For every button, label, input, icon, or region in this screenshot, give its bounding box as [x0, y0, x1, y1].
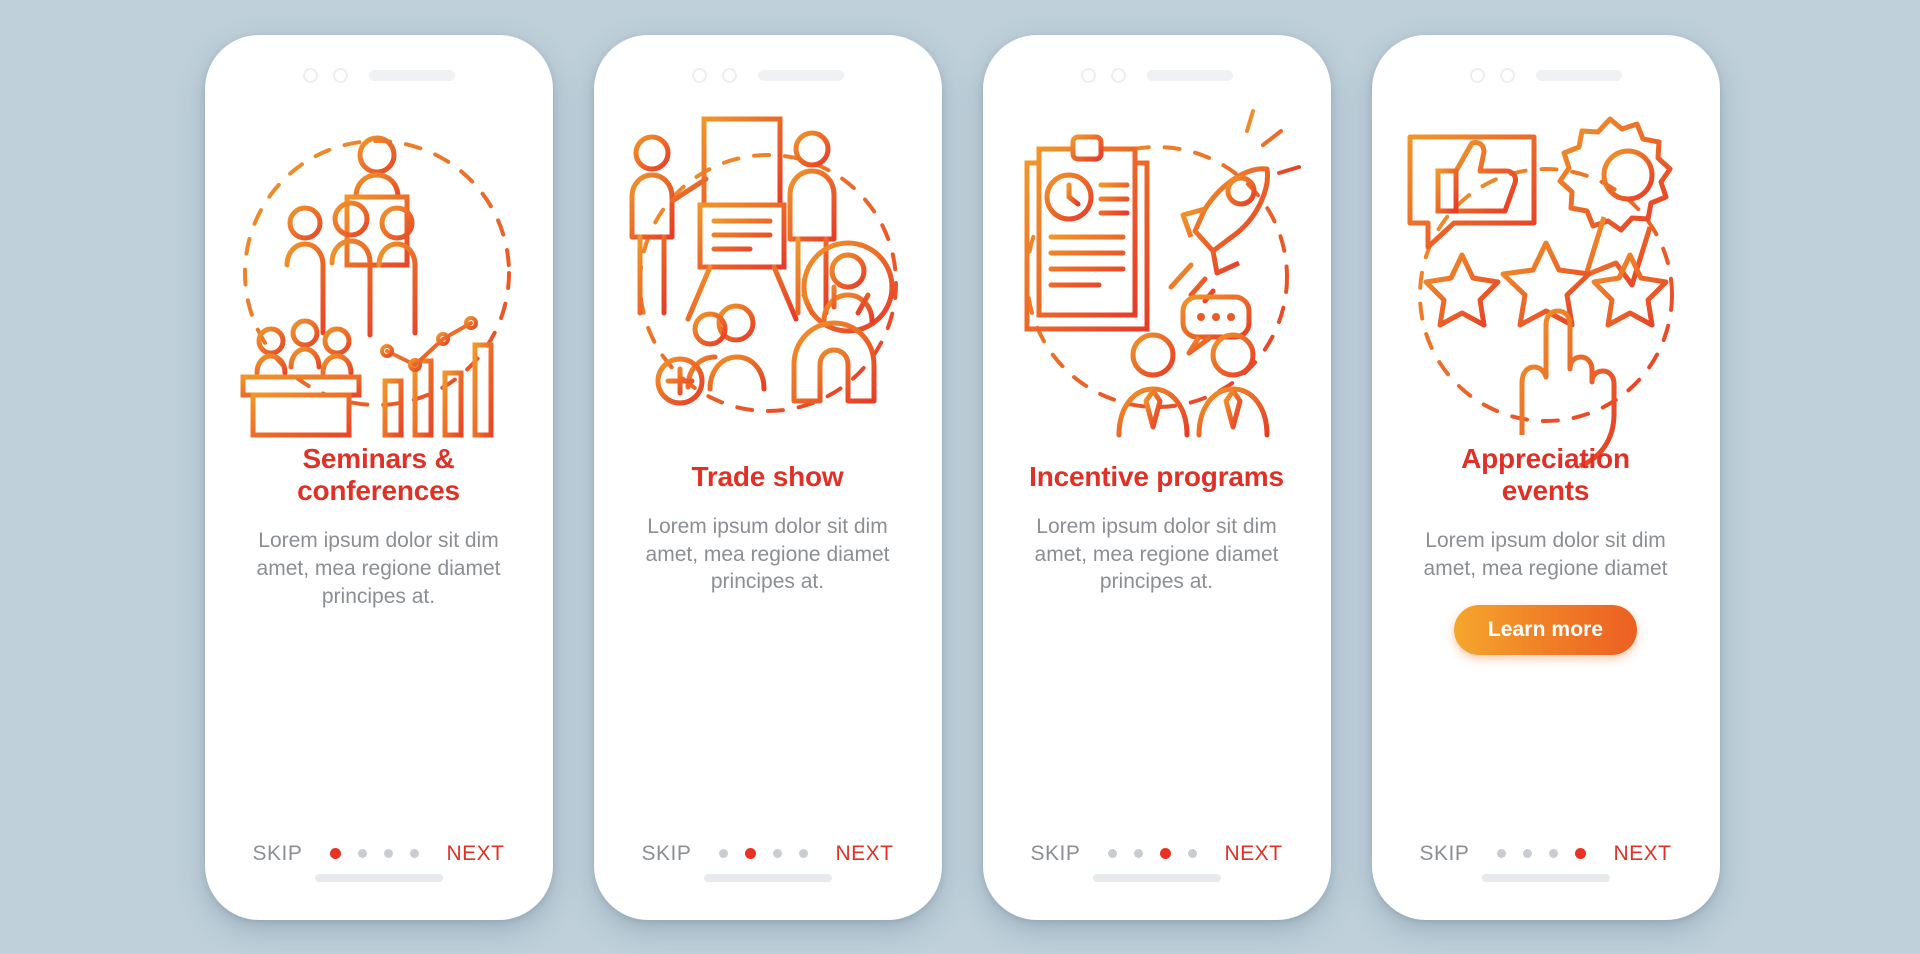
page-title-seminars: Seminars & conferences	[297, 443, 460, 508]
screen-trade-show: Trade show Lorem ipsum dolor sit dim ame…	[607, 48, 928, 906]
pagination-dots	[718, 848, 808, 859]
illustration-clipboard-rocket-team	[1007, 105, 1307, 437]
onboarding-screens-deck: Seminars & conferences Lorem ipsum dolor…	[201, 34, 1720, 920]
phone-mockup-appreciation: Appreciation events Lorem ipsum dolor si…	[1371, 34, 1720, 920]
text-block-incentive: Incentive programs Lorem ipsum dolor sit…	[997, 435, 1317, 842]
pagination-bar-seminars: SKIP NEXT	[219, 842, 539, 866]
screen-incentive-programs: Incentive programs Lorem ipsum dolor sit…	[996, 48, 1317, 906]
home-indicator	[703, 873, 832, 882]
camera-icon	[302, 68, 318, 83]
title-line-1: Trade show	[691, 460, 844, 492]
pagination-dot-1[interactable]	[718, 849, 728, 858]
page-description-trade-show: Lorem ipsum dolor sit dim amet, mea regi…	[645, 514, 890, 594]
phone-status-bar	[997, 49, 1317, 103]
page-title-trade-show: Trade show	[691, 461, 843, 493]
next-button[interactable]: NEXT	[1224, 842, 1282, 866]
pagination-bar-incentive: SKIP NEXT	[997, 842, 1317, 866]
pagination-dot-2[interactable]	[1522, 849, 1532, 858]
phone-mockup-trade-show: Trade show Lorem ipsum dolor sit dim ame…	[593, 34, 942, 920]
phone-status-bar	[219, 49, 539, 103]
next-button[interactable]: NEXT	[1613, 842, 1671, 866]
phone-mockup-incentive: Incentive programs Lorem ipsum dolor sit…	[982, 34, 1331, 920]
camera-icon	[1469, 68, 1485, 83]
pagination-dot-2[interactable]	[1133, 849, 1143, 858]
skip-button[interactable]: SKIP	[1420, 842, 1470, 866]
pagination-dot-4[interactable]	[1574, 848, 1586, 859]
speaker-grill-icon	[757, 70, 844, 81]
pagination-dot-2[interactable]	[744, 848, 756, 859]
pagination-dot-1[interactable]	[329, 848, 341, 859]
text-block-trade-show: Trade show Lorem ipsum dolor sit dim ame…	[608, 435, 928, 842]
pagination-dot-4[interactable]	[1187, 849, 1197, 858]
pagination-bar-appreciation: SKIP NEXT	[1386, 842, 1706, 866]
pagination-dots	[1496, 848, 1586, 859]
sensor-icon	[721, 68, 737, 83]
home-indicator	[314, 873, 443, 882]
home-indicator	[1092, 873, 1221, 882]
page-title-incentive: Incentive programs	[1029, 461, 1284, 493]
text-block-appreciation: Appreciation events Lorem ipsum dolor si…	[1386, 435, 1706, 842]
pagination-bar-trade-show: SKIP NEXT	[608, 842, 928, 866]
camera-icon	[691, 68, 707, 83]
phone-status-bar	[1386, 49, 1706, 103]
pagination-dots	[329, 848, 419, 859]
page-description-seminars: Lorem ipsum dolor sit dim amet, mea regi…	[256, 529, 501, 608]
sensor-icon	[332, 68, 348, 83]
text-block-seminars: Seminars & conferences Lorem ipsum dolor…	[219, 435, 539, 842]
pagination-dot-1[interactable]	[1107, 849, 1117, 858]
skip-button[interactable]: SKIP	[253, 842, 303, 866]
illustration-audience-presentation-chart	[229, 105, 529, 437]
pagination-dot-2[interactable]	[357, 849, 367, 858]
screen-appreciation-events: Appreciation events Lorem ipsum dolor si…	[1385, 48, 1706, 906]
pagination-dot-3[interactable]	[1548, 849, 1558, 858]
title-line-2: conferences	[297, 474, 460, 506]
pagination-dot-3[interactable]	[383, 849, 393, 858]
pagination-dots	[1107, 848, 1197, 859]
sensor-icon	[1499, 68, 1515, 83]
speaker-grill-icon	[1535, 70, 1622, 81]
phone-status-bar	[608, 49, 928, 103]
pagination-dot-3[interactable]	[772, 849, 782, 858]
title-line-1: Incentive programs	[1029, 460, 1284, 492]
skip-button[interactable]: SKIP	[1031, 842, 1081, 866]
illustration-thumbsup-award-stars	[1396, 105, 1696, 468]
learn-more-button[interactable]: Learn more	[1453, 604, 1638, 655]
next-button[interactable]: NEXT	[446, 842, 504, 866]
page-description-appreciation: Lorem ipsum dolor sit dim amet, mea regi…	[1423, 529, 1668, 581]
page-description-incentive: Lorem ipsum dolor sit dim amet, mea regi…	[1034, 514, 1279, 594]
screen-seminars-conferences: Seminars & conferences Lorem ipsum dolor…	[218, 48, 539, 906]
title-line-1: Appreciation	[1461, 442, 1630, 474]
pagination-dot-4[interactable]	[798, 849, 808, 858]
sensor-icon	[1110, 68, 1126, 83]
pagination-dot-1[interactable]	[1496, 849, 1506, 858]
title-line-2: events	[1501, 474, 1590, 506]
pagination-dot-4[interactable]	[409, 849, 419, 858]
speaker-grill-icon	[368, 70, 455, 81]
page-title-appreciation: Appreciation events	[1461, 443, 1630, 508]
skip-button[interactable]: SKIP	[642, 842, 692, 866]
title-line-1: Seminars &	[302, 442, 455, 474]
illustration-presenter-audience-magnet	[618, 105, 918, 435]
home-indicator	[1481, 873, 1610, 882]
pagination-dot-3[interactable]	[1159, 848, 1171, 859]
speaker-grill-icon	[1146, 70, 1233, 81]
phone-mockup-seminars: Seminars & conferences Lorem ipsum dolor…	[204, 34, 553, 920]
camera-icon	[1080, 68, 1096, 83]
next-button[interactable]: NEXT	[835, 842, 893, 866]
